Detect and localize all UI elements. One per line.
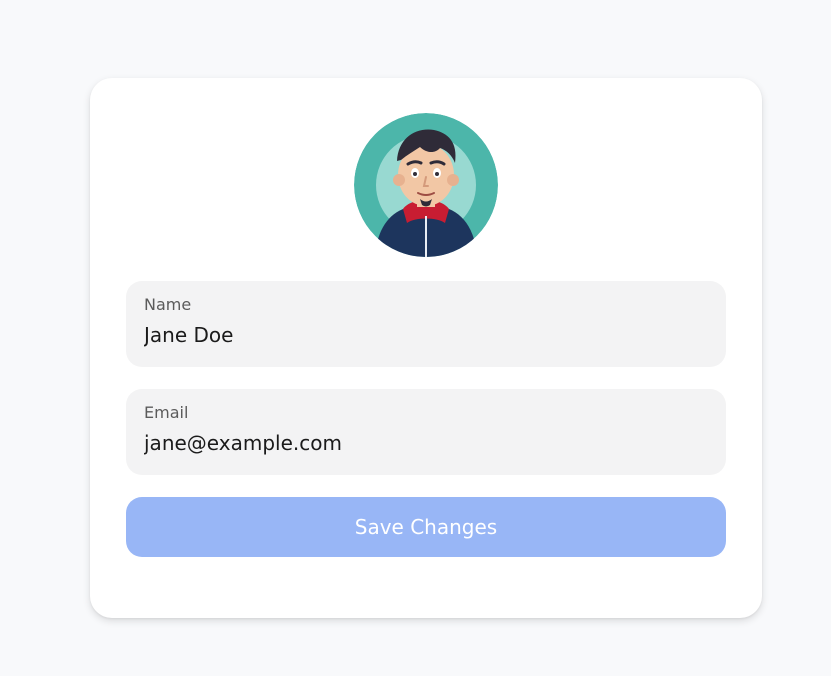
profile-card: Name Email Save Changes	[90, 78, 762, 618]
email-label: Email	[144, 403, 189, 422]
email-input[interactable]	[144, 429, 704, 457]
email-field[interactable]: Email	[126, 389, 726, 475]
profile-avatar-icon	[354, 113, 498, 257]
name-field[interactable]: Name	[126, 281, 726, 367]
name-label: Name	[144, 295, 192, 314]
save-changes-button[interactable]: Save Changes	[126, 497, 726, 557]
avatar	[354, 113, 498, 257]
name-input[interactable]	[144, 321, 704, 349]
